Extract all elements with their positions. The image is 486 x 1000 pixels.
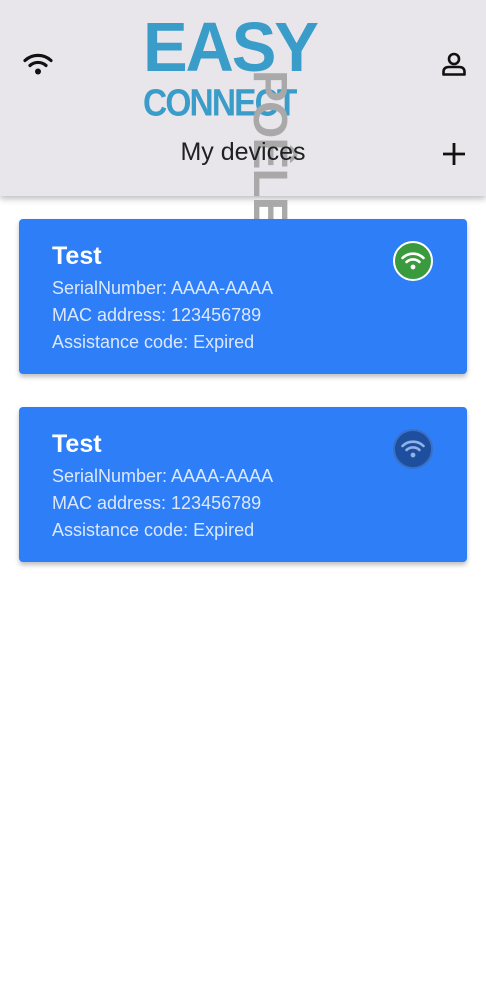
page-title: My devices <box>180 138 306 166</box>
device-serial: SerialNumber: AAAA-AAAA <box>52 466 274 486</box>
wifi-button[interactable] <box>18 44 58 84</box>
app-header: EASY CONNECT POÊLE My devices <box>0 0 486 228</box>
add-icon <box>443 143 465 165</box>
device-serial: SerialNumber: AAAA-AAAA <box>52 278 274 298</box>
add-device-button[interactable] <box>434 134 474 174</box>
wifi-offline-icon <box>401 440 425 458</box>
device-card[interactable]: Test SerialNumber: AAAA-AAAA MAC address… <box>19 407 467 562</box>
device-assistance-code: Assistance code: Expired <box>52 520 255 540</box>
account-icon <box>442 52 466 76</box>
device-card[interactable]: Test SerialNumber: AAAA-AAAA MAC address… <box>19 219 467 374</box>
device-name: Test <box>52 430 102 458</box>
device-mac: MAC address: 123456789 <box>52 305 262 325</box>
easy-connect-logo: EASY CONNECT POÊLE <box>143 13 343 227</box>
account-button[interactable] <box>434 44 474 84</box>
wifi-online-icon <box>401 252 425 270</box>
device-assistance-code: Assistance code: Expired <box>52 332 255 352</box>
device-name: Test <box>52 242 102 270</box>
connection-status-offline <box>393 429 433 469</box>
wifi-icon <box>23 53 53 75</box>
device-mac: MAC address: 123456789 <box>52 493 262 513</box>
connection-status-online <box>393 241 433 281</box>
